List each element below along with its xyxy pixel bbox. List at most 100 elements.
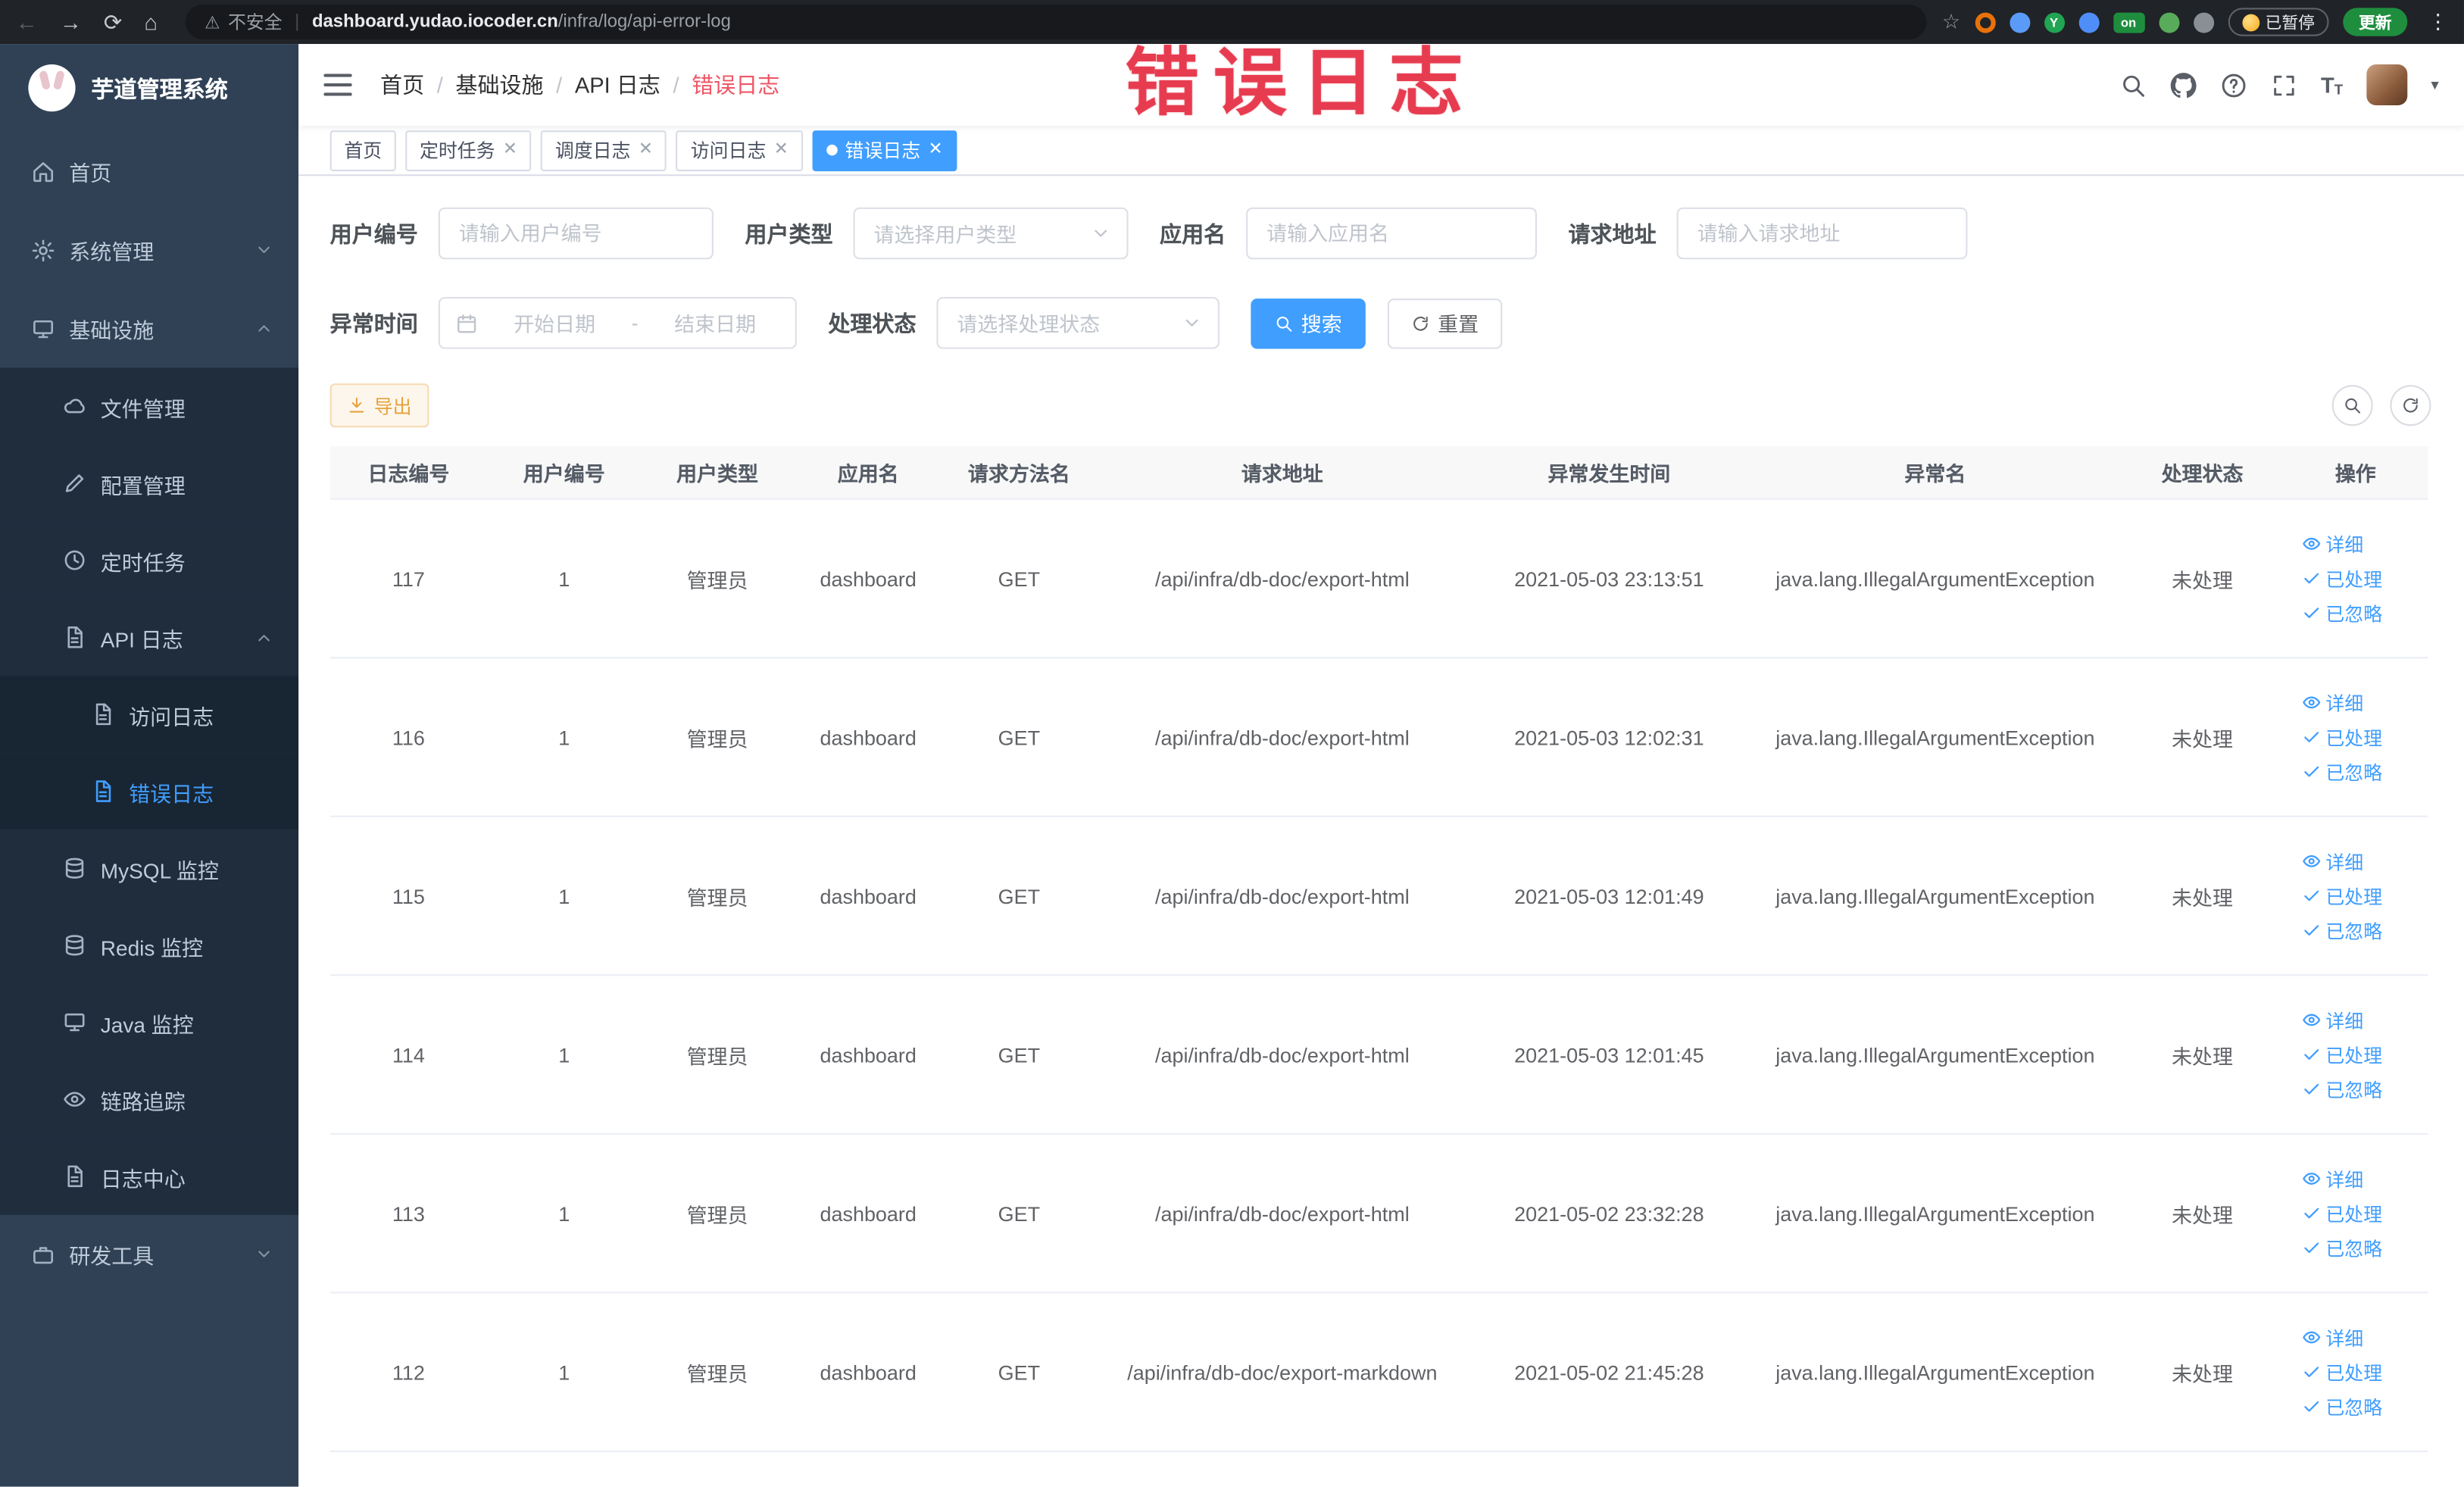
tab-access-log[interactable]: 访问日志 ✕ xyxy=(676,130,803,171)
browser-forward-icon[interactable]: → xyxy=(60,9,82,34)
extension-icon-4[interactable] xyxy=(2078,11,2099,33)
github-icon[interactable] xyxy=(2170,71,2197,98)
request-url-input[interactable] xyxy=(1676,207,1968,260)
sidebar-item-error-log[interactable]: 错误日志 xyxy=(0,752,299,830)
extension-icon-5[interactable] xyxy=(2158,11,2179,33)
detail-button[interactable]: 详细 xyxy=(2302,1007,2363,1033)
detail-button[interactable]: 详细 xyxy=(2302,1324,2363,1351)
close-icon[interactable]: ✕ xyxy=(639,141,653,159)
detail-button[interactable]: 详细 xyxy=(2302,1165,2363,1192)
breadcrumb-item[interactable]: 基础设施 xyxy=(455,69,543,100)
paused-badge[interactable]: 已暂停 xyxy=(2227,8,2329,36)
process-status-select[interactable]: 请选择处理状态 xyxy=(936,297,1220,349)
sidebar-item-file-management[interactable]: 文件管理 xyxy=(0,367,299,445)
user-type-label: 用户类型 xyxy=(745,220,833,246)
browser-home-icon[interactable]: ⌂ xyxy=(144,9,158,34)
start-date-placeholder: 开始日期 xyxy=(514,312,596,336)
fullscreen-icon[interactable] xyxy=(2271,71,2297,98)
font-size-icon[interactable]: TT xyxy=(2321,72,2343,97)
extension-on-badge[interactable]: on xyxy=(2113,11,2144,33)
table-row: 115 1 管理员 dashboard GET /api/infra/db-do… xyxy=(329,817,2428,976)
avatar[interactable] xyxy=(2366,64,2408,105)
refresh-button[interactable] xyxy=(2390,385,2431,426)
edit-icon xyxy=(63,471,86,495)
refresh-icon xyxy=(2401,396,2420,415)
close-icon[interactable]: ✕ xyxy=(774,141,789,159)
mark-ignored-button[interactable]: 已忽略 xyxy=(2302,1076,2382,1102)
mark-ignored-button[interactable]: 已忽略 xyxy=(2302,599,2382,626)
url-path: /infra/log/api-error-log xyxy=(557,12,731,32)
sidebar-item-redis-monitor[interactable]: Redis 监控 xyxy=(0,907,299,984)
sidebar-item-trace[interactable]: 链路追踪 xyxy=(0,1061,299,1139)
end-date-placeholder: 结束日期 xyxy=(674,312,757,336)
close-icon[interactable]: ✕ xyxy=(503,141,517,159)
browser-reload-icon[interactable]: ⟳ xyxy=(104,8,122,35)
mark-processed-button[interactable]: 已处理 xyxy=(2302,565,2382,592)
sidebar: 芋道管理系统 首页 系统管理 基础设施 文件管理 配置管理 定时任务 API 日… xyxy=(0,44,299,1487)
sidebar-item-log-center[interactable]: 日志中心 xyxy=(0,1138,299,1215)
sidebar-item-mysql-monitor[interactable]: MySQL 监控 xyxy=(0,829,299,908)
sidebar-item-java-monitor[interactable]: Java 监控 xyxy=(0,983,299,1061)
search-icon xyxy=(2343,396,2362,415)
mark-processed-button[interactable]: 已处理 xyxy=(2302,1358,2382,1385)
caret-down-icon[interactable]: ▾ xyxy=(2431,77,2438,94)
search-button[interactable]: 搜索 xyxy=(1251,298,1366,348)
clock-icon xyxy=(63,548,86,572)
table-row: 116 1 管理员 dashboard GET /api/infra/db-do… xyxy=(329,658,2428,817)
user-id-input[interactable] xyxy=(438,207,714,260)
export-button[interactable]: 导出 xyxy=(329,383,429,428)
sidebar-item-infrastructure[interactable]: 基础设施 xyxy=(0,289,298,368)
close-icon[interactable]: ✕ xyxy=(929,141,943,159)
detail-button[interactable]: 详细 xyxy=(2302,848,2363,874)
sidebar-item-system-management[interactable]: 系统管理 xyxy=(0,211,298,289)
sidebar-item-dev-tools[interactable]: 研发工具 xyxy=(0,1215,298,1294)
update-button[interactable]: 更新 xyxy=(2343,8,2408,36)
tab-schedule-log[interactable]: 调度日志 ✕ xyxy=(541,130,667,171)
mark-ignored-button[interactable]: 已忽略 xyxy=(2302,758,2382,785)
table-row: 113 1 管理员 dashboard GET /api/infra/db-do… xyxy=(329,1135,2428,1294)
check-icon xyxy=(2302,1204,2321,1223)
extension-icon-3[interactable]: Y xyxy=(2044,11,2064,33)
reset-button[interactable]: 重置 xyxy=(1387,298,1503,348)
mark-processed-button[interactable]: 已处理 xyxy=(2302,1200,2382,1226)
mark-processed-button[interactable]: 已处理 xyxy=(2302,1041,2382,1067)
user-type-select[interactable]: 请选择用户类型 xyxy=(853,207,1129,260)
mark-ignored-button[interactable]: 已忽略 xyxy=(2302,917,2382,944)
browser-menu-icon[interactable]: ⋮ xyxy=(2428,9,2448,34)
search-toggle-button[interactable] xyxy=(2331,385,2373,426)
mark-processed-button[interactable]: 已处理 xyxy=(2302,883,2382,909)
bookmark-star-icon[interactable]: ☆ xyxy=(1942,9,1960,34)
sidebar-item-home[interactable]: 首页 xyxy=(0,132,298,211)
process-status-label: 处理状态 xyxy=(828,310,917,336)
sidebar-item-config-management[interactable]: 配置管理 xyxy=(0,445,299,522)
breadcrumb-item[interactable]: 首页 xyxy=(380,69,424,100)
app-logo-row[interactable]: 芋道管理系统 xyxy=(0,44,298,132)
monitor-icon xyxy=(63,1011,86,1034)
hamburger-icon[interactable] xyxy=(323,73,352,96)
app-name-input[interactable] xyxy=(1246,207,1537,260)
search-icon xyxy=(1275,314,1294,333)
sidebar-item-scheduled-tasks[interactable]: 定时任务 xyxy=(0,521,299,599)
mark-ignored-button[interactable]: 已忽略 xyxy=(2302,1393,2382,1420)
mark-processed-button[interactable]: 已处理 xyxy=(2302,723,2382,750)
search-icon[interactable] xyxy=(2119,71,2146,98)
sidebar-item-api-log[interactable]: API 日志 xyxy=(0,598,299,676)
browser-back-icon[interactable]: ← xyxy=(16,9,38,34)
tab-error-log[interactable]: 错误日志 ✕ xyxy=(811,130,957,171)
tab-home[interactable]: 首页 xyxy=(329,130,396,171)
help-icon[interactable] xyxy=(2220,71,2247,98)
extension-icon-2[interactable] xyxy=(2009,11,2030,33)
tab-scheduled-tasks[interactable]: 定时任务 ✕ xyxy=(405,130,532,171)
extension-puzzle-icon[interactable] xyxy=(2193,11,2214,33)
calendar-icon xyxy=(456,312,478,334)
address-bar[interactable]: ⚠ 不安全 | dashboard.yudao.iocoder.cn /infr… xyxy=(186,5,1927,39)
breadcrumb-item[interactable]: API 日志 xyxy=(575,69,661,100)
detail-button[interactable]: 详细 xyxy=(2302,530,2363,557)
chevron-up-icon xyxy=(255,319,273,338)
sidebar-item-access-log[interactable]: 访问日志 xyxy=(0,676,299,753)
app-logo xyxy=(28,64,76,112)
mark-ignored-button[interactable]: 已忽略 xyxy=(2302,1235,2382,1261)
extension-icon-1[interactable] xyxy=(1974,11,1995,33)
detail-button[interactable]: 详细 xyxy=(2302,689,2363,716)
date-range-picker[interactable]: 开始日期 - 结束日期 xyxy=(438,297,797,349)
